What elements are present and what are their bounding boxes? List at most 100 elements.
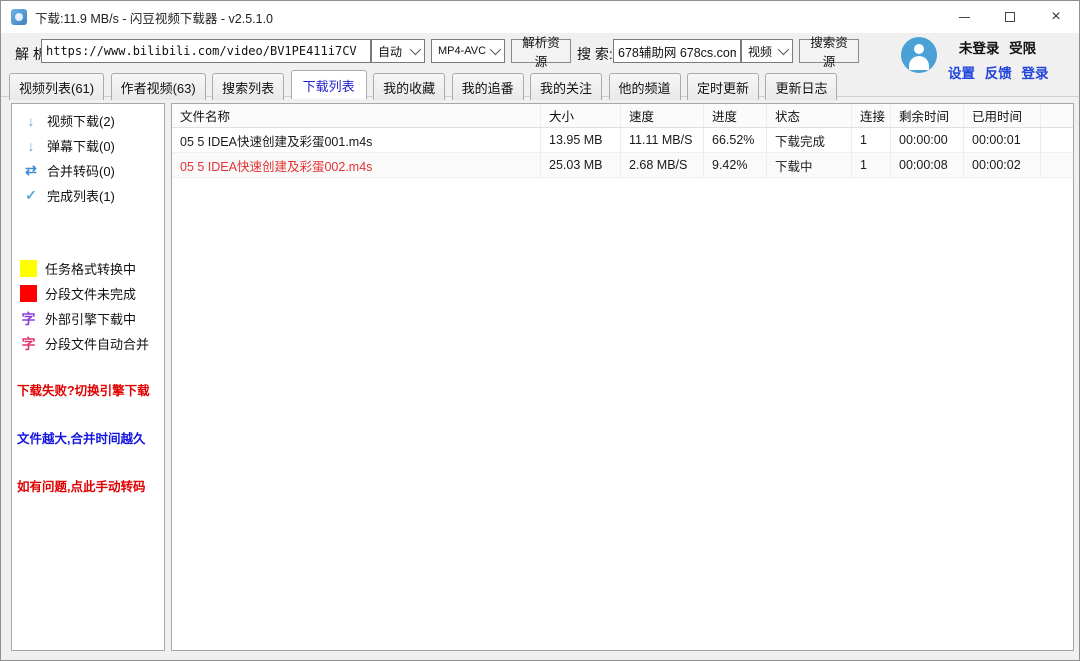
- search-type-select[interactable]: 视频: [741, 39, 793, 63]
- legend-label: 分段文件自动合并: [45, 334, 149, 353]
- login-link[interactable]: 登录: [1022, 66, 1049, 81]
- cell-filler: [1041, 128, 1073, 152]
- legend-item-auto-merge: 字 分段文件自动合并: [12, 331, 164, 356]
- legend-label: 外部引擎下载中: [45, 309, 136, 328]
- format-select-value: MP4-AVC: [438, 45, 486, 57]
- table-row[interactable]: 05 5 IDEA快速创建及彩蛋001.m4s 13.95 MB 11.11 M…: [172, 128, 1073, 153]
- cell-size: 13.95 MB: [541, 128, 621, 152]
- search-type-value: 视频: [748, 43, 772, 60]
- tab-my-favorites[interactable]: 我的收藏: [373, 73, 445, 100]
- sidebar-item-danmaku-download[interactable]: ↓ 弹幕下载(0): [12, 133, 164, 158]
- window-controls: ×: [941, 1, 1079, 33]
- col-size[interactable]: 大小: [541, 104, 621, 127]
- sidebar-item-video-download[interactable]: ↓ 视频下载(2): [12, 108, 164, 133]
- minimize-icon: [959, 17, 970, 18]
- tab-scheduled-update[interactable]: 定时更新: [687, 73, 759, 100]
- title-bar: 下载:11.9 MB/s - 闪豆视频下载器 - v2.5.1.0 ×: [1, 1, 1079, 34]
- purple-char-icon: 字: [20, 309, 37, 329]
- search-label: 搜 索:: [577, 44, 613, 64]
- table-header-row: 文件名称 大小 速度 进度 状态 连接 剩余时间 已用时间: [172, 104, 1073, 128]
- mode-select[interactable]: 自动: [371, 39, 425, 63]
- sidebar: ↓ 视频下载(2) ↓ 弹幕下载(0) ⇄ 合并转码(0) ✓ 完成列表(1) …: [11, 103, 165, 651]
- tab-my-follows[interactable]: 我的关注: [530, 73, 602, 100]
- cell-remaining: 00:00:08: [891, 153, 964, 177]
- search-input[interactable]: [613, 39, 741, 63]
- user-avatar-icon[interactable]: [901, 37, 937, 73]
- tab-author-videos[interactable]: 作者视频(63): [111, 73, 206, 100]
- legend-label: 任务格式转换中: [45, 259, 136, 278]
- col-filename[interactable]: 文件名称: [172, 104, 541, 127]
- tab-his-channel[interactable]: 他的频道: [609, 73, 681, 100]
- app-window: 下载:11.9 MB/s - 闪豆视频下载器 - v2.5.1.0 × 解 析:…: [0, 0, 1080, 661]
- col-progress[interactable]: 进度: [704, 104, 767, 127]
- sidebar-item-label: 弹幕下载(0): [47, 136, 115, 155]
- download-table: 文件名称 大小 速度 进度 状态 连接 剩余时间 已用时间 05 5 IDEA快…: [172, 104, 1073, 178]
- cell-status: 下载完成: [767, 128, 852, 152]
- tab-download-list[interactable]: 下载列表: [291, 70, 367, 99]
- tab-search-list[interactable]: 搜索列表: [212, 73, 284, 100]
- chevron-down-icon: [490, 44, 501, 55]
- cell-speed: 2.68 MB/S: [621, 153, 704, 177]
- limited-badge: 受限: [1009, 41, 1036, 56]
- col-filler: [1041, 104, 1073, 127]
- chevron-down-icon: [410, 44, 421, 55]
- maximize-button[interactable]: [987, 1, 1033, 33]
- tab-changelog[interactable]: 更新日志: [765, 73, 837, 100]
- cell-connections: 1: [852, 153, 891, 177]
- legend-item-segment-incomplete: 分段文件未完成: [12, 281, 164, 306]
- legend-item-format-converting: 任务格式转换中: [12, 256, 164, 281]
- red-swatch-icon: [20, 285, 37, 302]
- note-manual-transcode[interactable]: 如有问题,点此手动转码: [17, 476, 164, 495]
- legend-label: 分段文件未完成: [45, 284, 136, 303]
- url-input[interactable]: [41, 39, 371, 63]
- sidebar-item-merge-transcode[interactable]: ⇄ 合并转码(0): [12, 158, 164, 183]
- close-button[interactable]: ×: [1033, 1, 1079, 33]
- col-status[interactable]: 状态: [767, 104, 852, 127]
- close-icon: ×: [1051, 9, 1060, 25]
- transcode-icon: ⇄: [22, 162, 40, 179]
- cell-elapsed: 00:00:02: [964, 153, 1041, 177]
- sidebar-item-label: 视频下载(2): [47, 111, 115, 130]
- cell-size: 25.03 MB: [541, 153, 621, 177]
- legend-item-external-engine: 字 外部引擎下载中: [12, 306, 164, 331]
- table-row[interactable]: 05 5 IDEA快速创建及彩蛋002.m4s 25.03 MB 2.68 MB…: [172, 153, 1073, 178]
- red-char-icon: 字: [20, 334, 37, 354]
- col-connections[interactable]: 连接: [852, 104, 891, 127]
- login-status: 未登录: [959, 41, 1000, 56]
- download-list-panel: 文件名称 大小 速度 进度 状态 连接 剩余时间 已用时间 05 5 IDEA快…: [171, 103, 1074, 651]
- mode-select-value: 自动: [378, 43, 402, 60]
- sidebar-item-label: 完成列表(1): [47, 186, 115, 205]
- account-text: 未登录 受限 设置 反馈 登录: [945, 37, 1050, 82]
- note-switch-engine[interactable]: 下载失败?切换引擎下载: [17, 380, 164, 399]
- note-merge-time: 文件越大,合并时间越久: [17, 428, 164, 447]
- tab-my-bangumi[interactable]: 我的追番: [452, 73, 524, 100]
- download-icon: ↓: [22, 138, 40, 154]
- cell-status: 下载中: [767, 153, 852, 177]
- cell-progress: 9.42%: [704, 153, 767, 177]
- minimize-button[interactable]: [941, 1, 987, 33]
- col-elapsed[interactable]: 已用时间: [964, 104, 1041, 127]
- sidebar-item-label: 合并转码(0): [47, 161, 115, 180]
- window-title: 下载:11.9 MB/s - 闪豆视频下载器 - v2.5.1.0: [35, 8, 273, 27]
- cell-progress: 66.52%: [704, 128, 767, 152]
- tab-video-list[interactable]: 视频列表(61): [9, 73, 104, 100]
- settings-link[interactable]: 设置: [948, 66, 975, 81]
- sidebar-item-completed-list[interactable]: ✓ 完成列表(1): [12, 183, 164, 208]
- check-icon: ✓: [22, 187, 40, 204]
- cell-remaining: 00:00:00: [891, 128, 964, 152]
- download-icon: ↓: [22, 113, 40, 129]
- col-remaining[interactable]: 剩余时间: [891, 104, 964, 127]
- cell-speed: 11.11 MB/S: [621, 128, 704, 152]
- account-area: 未登录 受限 设置 反馈 登录: [901, 37, 1050, 82]
- parse-resource-button[interactable]: 解析资源: [511, 39, 571, 63]
- search-resource-button[interactable]: 搜索资源: [799, 39, 859, 63]
- status-legend: 任务格式转换中 分段文件未完成 字 外部引擎下载中 字 分段文件自动合并: [12, 256, 164, 356]
- col-speed[interactable]: 速度: [621, 104, 704, 127]
- chevron-down-icon: [778, 44, 789, 55]
- feedback-link[interactable]: 反馈: [985, 66, 1012, 81]
- yellow-swatch-icon: [20, 260, 37, 277]
- cell-connections: 1: [852, 128, 891, 152]
- format-select[interactable]: MP4-AVC: [431, 39, 505, 63]
- cell-filename: 05 5 IDEA快速创建及彩蛋001.m4s: [172, 128, 541, 152]
- sidebar-notes: 下载失败?切换引擎下载 文件越大,合并时间越久 如有问题,点此手动转码: [12, 380, 164, 495]
